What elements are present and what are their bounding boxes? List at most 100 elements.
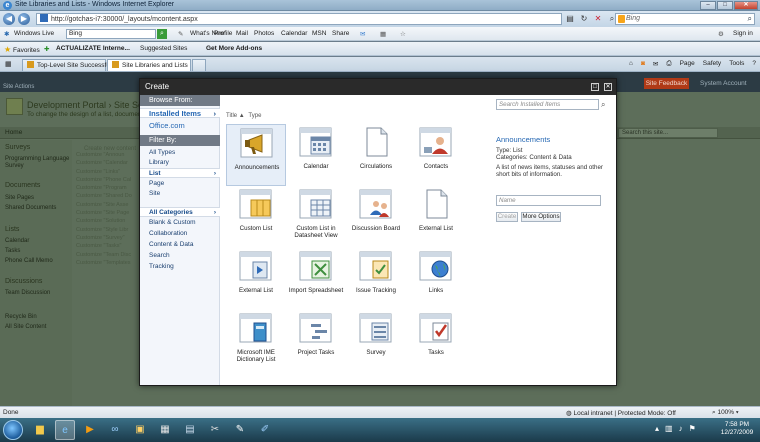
maximize-dialog-button[interactable]: □ bbox=[591, 83, 599, 91]
arrow-up-icon[interactable]: ▴ bbox=[655, 424, 659, 433]
filter-site[interactable]: Site bbox=[149, 190, 160, 197]
stop-icon[interactable]: ✕ bbox=[593, 14, 603, 24]
favorites-button[interactable]: ★ Favorites bbox=[4, 45, 40, 54]
tile-discussion-board[interactable]: Discussion Board bbox=[346, 186, 406, 248]
site-search-input[interactable]: Search this site... bbox=[618, 128, 718, 138]
quick-tabs-icon[interactable]: ▦ bbox=[5, 60, 12, 68]
pages-icon[interactable]: ▦ bbox=[380, 30, 386, 38]
browse-office-com[interactable]: Office.com bbox=[149, 121, 185, 130]
tab-site-libraries-and-lists[interactable]: Site Libraries and Lists bbox=[107, 59, 191, 71]
search-installed-items-input[interactable]: Search Installed Items bbox=[496, 99, 599, 110]
flag-icon[interactable]: ⚑ bbox=[689, 424, 696, 433]
create-button[interactable]: Create bbox=[496, 212, 518, 222]
links-item-photos[interactable]: Photos bbox=[254, 30, 274, 37]
site-feedback-button[interactable]: Site Feedback bbox=[644, 78, 689, 89]
nav-header-discussions[interactable]: Discussions bbox=[5, 278, 42, 285]
tile-project-tasks[interactable]: Project Tasks bbox=[286, 310, 346, 372]
folder-icon[interactable]: ▆ bbox=[30, 420, 50, 440]
go-icon[interactable]: ⌕ bbox=[157, 29, 167, 39]
mail-icon[interactable]: ✉ bbox=[653, 60, 658, 68]
tile-external-list-2[interactable]: External List bbox=[226, 248, 286, 310]
clock[interactable]: 7:58 PM 12/27/2009 bbox=[718, 421, 756, 437]
favorite-item-actualizate[interactable]: ACTUALIZATE Interne... bbox=[56, 45, 130, 52]
filter-library[interactable]: Library bbox=[149, 159, 169, 166]
favorite-item-get-more-addons[interactable]: Get More Add-ons bbox=[206, 45, 262, 52]
list-item[interactable]: Customize "Team Disc bbox=[76, 252, 136, 260]
nav-item[interactable]: Programming Language bbox=[5, 156, 69, 162]
feeds-icon[interactable]: ◙ bbox=[641, 60, 645, 68]
messenger-icon[interactable]: ∞ bbox=[105, 420, 125, 440]
nav-item[interactable]: Phone Call Memo bbox=[5, 258, 53, 264]
list-item[interactable]: Customize "Links" bbox=[76, 169, 136, 177]
volume-icon[interactable]: ♪ bbox=[679, 424, 683, 433]
help-icon[interactable]: ? bbox=[752, 60, 756, 68]
favorites-icon[interactable]: ☆ bbox=[400, 30, 406, 38]
nav-item[interactable]: Tasks bbox=[5, 248, 20, 254]
maximize-button[interactable]: □ bbox=[717, 1, 733, 10]
list-item[interactable]: Customize "Program bbox=[76, 185, 136, 193]
app-icon-1[interactable]: ▣ bbox=[130, 420, 150, 440]
close-dialog-button[interactable]: ✕ bbox=[604, 83, 612, 91]
tab-top-level-site[interactable]: Top-Level Site Successfull... bbox=[22, 59, 118, 71]
add-favorite-icon[interactable]: ✚ bbox=[44, 45, 49, 53]
app-icon-3[interactable]: ▤ bbox=[180, 420, 200, 440]
tile-contacts[interactable]: Contacts bbox=[406, 124, 466, 186]
forward-button[interactable]: ▶ bbox=[18, 13, 30, 25]
filter-content-data[interactable]: Content & Data bbox=[149, 241, 193, 248]
more-options-button[interactable]: More Options bbox=[521, 212, 561, 222]
tile-survey[interactable]: Survey bbox=[346, 310, 406, 372]
account-menu[interactable]: System Account bbox=[700, 80, 747, 87]
close-button[interactable]: ✕ bbox=[734, 1, 758, 10]
tile-links[interactable]: Links bbox=[406, 248, 466, 310]
links-item-calendar[interactable]: Calendar bbox=[281, 30, 307, 37]
app-icon-2[interactable]: ▦ bbox=[155, 420, 175, 440]
settings-icon[interactable]: ⚙ bbox=[718, 30, 724, 38]
links-item-msn[interactable]: MSN bbox=[312, 30, 326, 37]
links-item-mail[interactable]: Mail bbox=[236, 30, 248, 37]
security-zone[interactable]: ◍ Local intranet | Protected Mode: Off bbox=[566, 409, 676, 417]
sort-by-title[interactable]: Title bbox=[226, 113, 237, 119]
name-field[interactable]: Name bbox=[496, 195, 601, 206]
filter-page[interactable]: Page bbox=[149, 180, 164, 187]
tools-icon[interactable]: ✂ bbox=[205, 420, 225, 440]
nav-item[interactable]: Calendar bbox=[5, 238, 29, 244]
refresh-icon[interactable]: ↻ bbox=[579, 14, 589, 24]
list-item[interactable]: Customize "Survey" bbox=[76, 235, 136, 243]
print-icon[interactable]: ⎙ bbox=[666, 60, 671, 68]
filter-list[interactable]: List › bbox=[140, 168, 220, 178]
tile-external-list-1[interactable]: External List bbox=[406, 186, 466, 248]
list-item[interactable]: Customize "Shared Do bbox=[76, 193, 136, 201]
pen-icon[interactable]: ✐ bbox=[255, 420, 275, 440]
all-site-content-link[interactable]: All Site Content bbox=[5, 324, 46, 330]
nav-item[interactable]: Site Pages bbox=[5, 195, 34, 201]
filter-all-categories[interactable]: All Categories › bbox=[140, 207, 220, 217]
sign-in-link[interactable]: Sign in bbox=[733, 30, 753, 37]
back-button[interactable]: ◀ bbox=[3, 13, 15, 25]
nav-item[interactable]: Shared Documents bbox=[5, 205, 56, 211]
nav-header-lists[interactable]: Lists bbox=[5, 226, 19, 233]
tile-custom-list-datasheet[interactable]: Custom List in Datasheet View bbox=[286, 186, 346, 248]
nav-header-documents[interactable]: Documents bbox=[5, 182, 40, 189]
list-item[interactable]: Customize "Announ bbox=[76, 152, 136, 160]
start-button[interactable] bbox=[3, 420, 23, 440]
tile-microsoft-ime-dictionary[interactable]: Microsoft IME Dictionary List bbox=[226, 310, 286, 372]
search-input[interactable]: Bing ⌕ bbox=[615, 13, 755, 25]
windows-live-search[interactable]: Bing bbox=[66, 29, 156, 39]
nav-item[interactable]: Team Discussion bbox=[5, 290, 50, 296]
zoom-level[interactable]: ⌕ 100% ▾ bbox=[712, 409, 739, 417]
list-item[interactable]: Customize "Calendar bbox=[76, 160, 136, 168]
list-item[interactable]: Customize "Tasks" bbox=[76, 243, 136, 251]
new-tab-button[interactable] bbox=[192, 59, 206, 71]
search-icon[interactable]: ⌕ bbox=[748, 14, 752, 24]
tile-custom-list[interactable]: Custom List bbox=[226, 186, 286, 248]
list-item[interactable]: Customize "Style Libr bbox=[76, 227, 136, 235]
page-menu[interactable]: Page bbox=[680, 60, 695, 68]
windows-live-label[interactable]: Windows Live bbox=[14, 30, 54, 37]
nav-header-surveys[interactable]: Surveys bbox=[5, 144, 30, 151]
filter-collaboration[interactable]: Collaboration bbox=[149, 230, 187, 237]
tile-issue-tracking[interactable]: Issue Tracking bbox=[346, 248, 406, 310]
search-icon[interactable]: ⌕ bbox=[601, 99, 611, 110]
links-item-profile[interactable]: Profile bbox=[214, 30, 232, 37]
compatibility-icon[interactable]: ▤ bbox=[565, 14, 575, 24]
tile-announcements[interactable]: Announcements bbox=[226, 124, 286, 186]
